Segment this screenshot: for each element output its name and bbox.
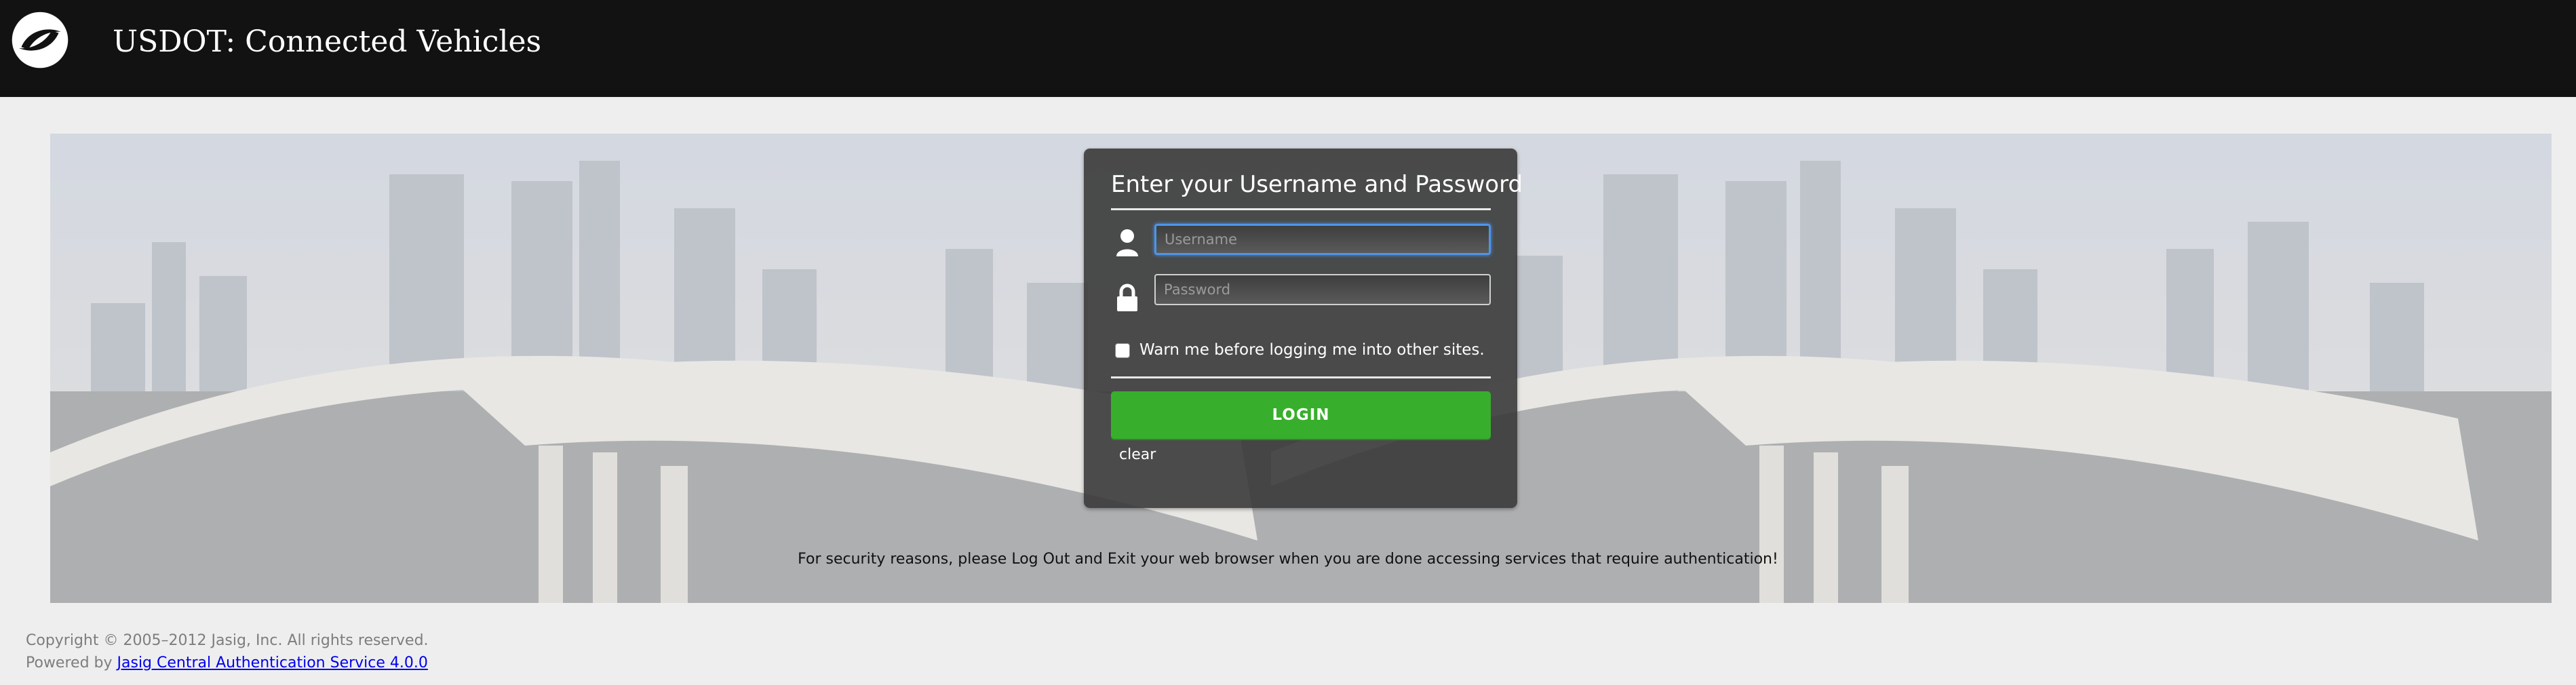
copyright-text: Copyright © 2005–2012 Jasig, Inc. All ri… [26,632,429,649]
divider [1111,208,1491,210]
site-title: USDOT: Connected Vehicles [113,24,542,59]
password-input[interactable] [1154,274,1491,305]
warn-checkbox[interactable] [1115,343,1130,358]
security-notice: For security reasons, please Log Out and… [798,551,1778,568]
lock-icon [1117,283,1137,311]
warn-label[interactable]: Warn me before logging me into other sit… [1139,339,1485,361]
header-bar: USDOT: Connected Vehicles [0,0,2576,97]
login-heading: Enter your Username and Password [1111,171,1523,198]
login-button[interactable]: LOGIN [1111,391,1491,439]
cas-link[interactable]: Jasig Central Authentication Service 4.0… [117,654,428,671]
powered-by-line: Powered by Jasig Central Authentication … [26,652,429,674]
login-panel: Enter your Username and Password Warn me… [1084,149,1523,508]
clear-link[interactable]: clear [1119,444,1156,466]
footer: Copyright © 2005–2012 Jasig, Inc. All ri… [26,629,429,674]
divider [1111,376,1491,378]
powered-by-label: Powered by [26,654,113,671]
user-icon [1116,229,1138,256]
username-input[interactable] [1154,224,1491,255]
usdot-logo-icon[interactable] [11,11,69,69]
